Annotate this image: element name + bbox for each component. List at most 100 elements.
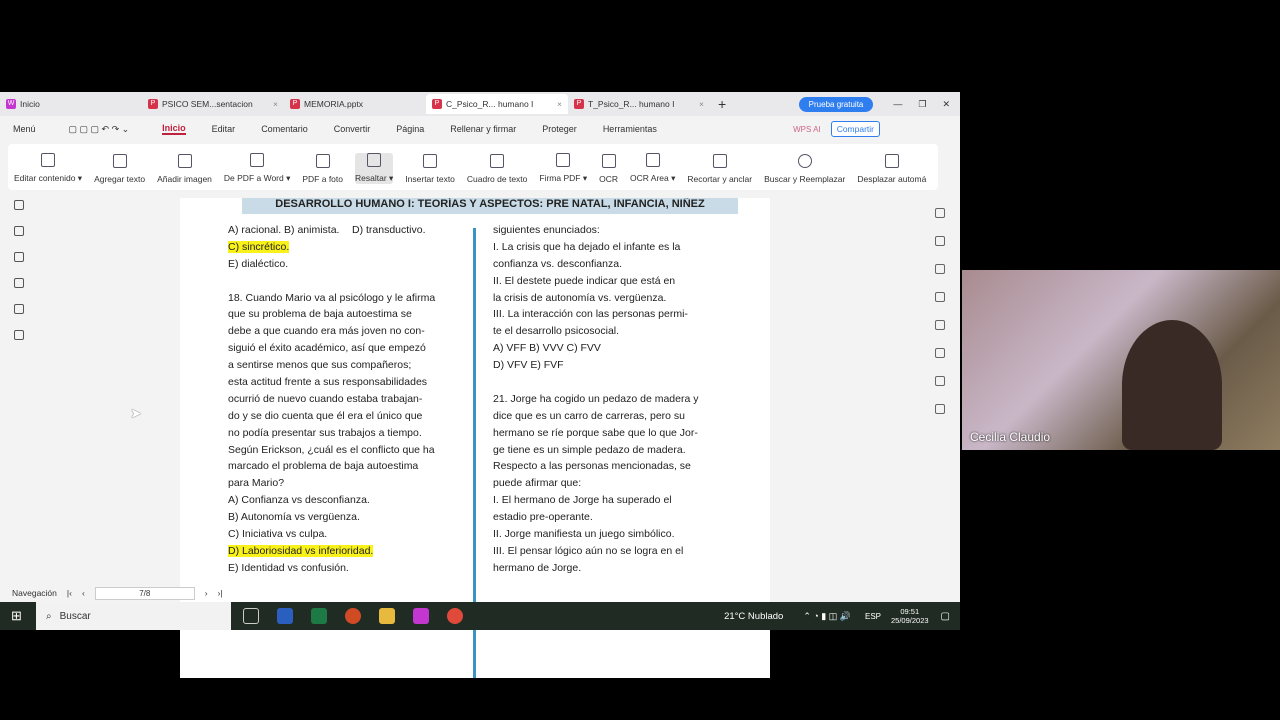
- menu-pagina[interactable]: Página: [396, 124, 424, 134]
- restore-icon[interactable]: ❐: [918, 99, 926, 110]
- search-icon[interactable]: [935, 376, 945, 386]
- tab-psico-sem[interactable]: P PSICO SEM...sentacion ×: [142, 94, 284, 114]
- menu-proteger[interactable]: Proteger: [542, 124, 577, 134]
- prueba-gratuita-button[interactable]: Prueba gratuita: [798, 96, 874, 112]
- windows-start-icon[interactable]: ⊞: [11, 608, 22, 624]
- wps-icon[interactable]: [413, 608, 429, 624]
- insertar-texto-button[interactable]: Insertar texto: [405, 154, 455, 184]
- firma-pdf-button[interactable]: Firma PDF ▾: [539, 153, 587, 184]
- powerpoint-icon[interactable]: [345, 608, 361, 624]
- first-page-icon[interactable]: |‹: [67, 588, 72, 598]
- close-window-icon[interactable]: ✕: [942, 99, 950, 110]
- tab-c-psico[interactable]: P C_Psico_R... humano I ×: [426, 94, 568, 114]
- pdf-a-word-button[interactable]: De PDF a Word ▾: [224, 153, 290, 184]
- label: Añadir imagen: [157, 174, 212, 184]
- task-view-icon[interactable]: [243, 608, 259, 624]
- line-text: Según Erickson, ¿cuál es el conflicto qu…: [228, 443, 435, 456]
- line-text: la crisis de autonomía vs. vergüenza.: [493, 291, 667, 304]
- stamp-icon[interactable]: [14, 304, 24, 314]
- bookmark-icon[interactable]: [14, 200, 24, 210]
- recortar-button[interactable]: Recortar y anclar: [687, 154, 752, 184]
- prev-page-icon[interactable]: ‹: [82, 588, 85, 598]
- layers-icon[interactable]: [14, 330, 24, 340]
- tab-inicio[interactable]: W Inicio: [0, 94, 142, 114]
- tab-t-psico[interactable]: P T_Psico_R... humano I ×: [568, 94, 710, 114]
- ocr-area-icon: [645, 153, 660, 167]
- line-text: D) VFV E) FVF: [493, 359, 564, 372]
- menu-editar[interactable]: Editar: [212, 124, 236, 134]
- ocr-area-button[interactable]: OCR Area ▾: [630, 153, 675, 184]
- textbox-icon: [490, 154, 505, 168]
- search-label: Buscar: [59, 610, 91, 622]
- last-page-icon[interactable]: ›|: [218, 588, 223, 598]
- scroll-icon: [884, 154, 899, 168]
- thumbnails-icon[interactable]: [14, 226, 24, 236]
- text-line: E) Identidad vs confusión.: [228, 560, 463, 577]
- right-column: siguientes enunciados: I. La crisis que h…: [493, 222, 728, 577]
- tray-icons[interactable]: ⌃ ◔ ▮ ◫ 🔊: [803, 611, 851, 622]
- status-bar: Navegación |‹ ‹ 7/8 › ›|: [0, 584, 960, 602]
- edit-icon: [41, 153, 56, 167]
- ocr-button[interactable]: OCR: [599, 154, 618, 184]
- tab-memoria[interactable]: P MEMORIA.pptx: [284, 94, 426, 114]
- line-text: puede afirmar que:: [493, 477, 582, 490]
- date: 25/09/2023: [891, 616, 929, 625]
- language[interactable]: ESP: [865, 612, 881, 621]
- settings-icon[interactable]: [935, 320, 945, 330]
- new-tab-icon[interactable]: +: [718, 96, 726, 112]
- crop-icon: [712, 154, 727, 168]
- menu-rellenar[interactable]: Rellenar y firmar: [450, 124, 516, 134]
- line-text: C) sincrético.: [228, 240, 290, 253]
- text-line: II. El destete puede indicar que está en: [493, 273, 728, 290]
- compartir-button[interactable]: Compartir: [830, 121, 880, 137]
- page-number-input[interactable]: 7/8: [94, 586, 195, 600]
- menu-comentario[interactable]: Comentario: [261, 124, 308, 134]
- cuadro-texto-button[interactable]: Cuadro de texto: [467, 154, 527, 184]
- close-icon[interactable]: ×: [273, 99, 278, 109]
- file-explorer-icon[interactable]: [379, 608, 395, 624]
- attachment-icon[interactable]: [14, 278, 24, 288]
- comment-icon[interactable]: [14, 252, 24, 262]
- editar-contenido-button[interactable]: Editar contenido ▾: [14, 153, 82, 184]
- close-icon[interactable]: ×: [557, 99, 562, 109]
- text-line: A) Confianza vs desconfianza.: [228, 492, 463, 509]
- export-icon[interactable]: [935, 264, 945, 274]
- wps-ai-button[interactable]: WPS AI: [793, 125, 821, 134]
- menu-herramientas[interactable]: Herramientas: [603, 124, 657, 134]
- anadir-imagen-button[interactable]: Añadir imagen: [157, 154, 212, 184]
- line-text: siguió el éxito académico, así que empez…: [228, 342, 426, 355]
- minimize-icon[interactable]: —: [893, 99, 902, 109]
- line-text: III. El pensar lógico aún no se logra en…: [493, 544, 684, 557]
- ribbon-toolbar: Editar contenido ▾ Agregar texto Añadir …: [8, 144, 938, 190]
- buscar-reemplazar-button[interactable]: Buscar y Reemplazar: [764, 154, 845, 184]
- ai-icon[interactable]: [935, 208, 945, 218]
- desplazar-button[interactable]: Desplazar automá: [857, 154, 926, 184]
- next-page-icon[interactable]: ›: [205, 588, 208, 598]
- text-line: I. La crisis que ha dejado el infante es…: [493, 239, 728, 256]
- text-line: B) Autonomía vs vergüenza.: [228, 509, 463, 526]
- agregar-texto-button[interactable]: Agregar texto: [94, 154, 145, 184]
- taskbar: ⊞ ⌕ Buscar 21°C Nublado ⌃ ◔ ▮ ◫ 🔊 ESP 09:…: [0, 602, 960, 630]
- edit-icon[interactable]: [935, 236, 945, 246]
- excel-icon[interactable]: [311, 608, 327, 624]
- line-text: para Mario?: [228, 477, 285, 490]
- clock[interactable]: 09:51 25/09/2023: [891, 607, 929, 625]
- pen-icon[interactable]: [935, 292, 945, 302]
- time: 09:51: [900, 607, 920, 616]
- navegacion-button[interactable]: Navegación: [12, 588, 57, 598]
- pdf-a-foto-button[interactable]: PDF a foto: [302, 154, 343, 184]
- save-icon[interactable]: [935, 348, 945, 358]
- chrome-icon[interactable]: [447, 608, 463, 624]
- close-icon[interactable]: ×: [699, 99, 704, 109]
- notifications-icon[interactable]: ▢: [941, 611, 950, 622]
- help-icon[interactable]: [935, 404, 945, 414]
- line-text: confianza vs. desconfianza.: [493, 257, 622, 270]
- word-icon[interactable]: [277, 608, 293, 624]
- menu-convertir[interactable]: Convertir: [334, 124, 371, 134]
- resaltar-button[interactable]: Resaltar ▾: [355, 153, 394, 184]
- quick-access-icons[interactable]: ▢ ▢ ▢ ↶ ↷ ⌄: [69, 124, 130, 135]
- menu-inicio[interactable]: Inicio: [162, 123, 186, 135]
- taskbar-search[interactable]: ⌕ Buscar: [36, 602, 231, 630]
- weather[interactable]: 21°C Nublado: [724, 611, 783, 622]
- menu-button[interactable]: Menú: [13, 124, 36, 134]
